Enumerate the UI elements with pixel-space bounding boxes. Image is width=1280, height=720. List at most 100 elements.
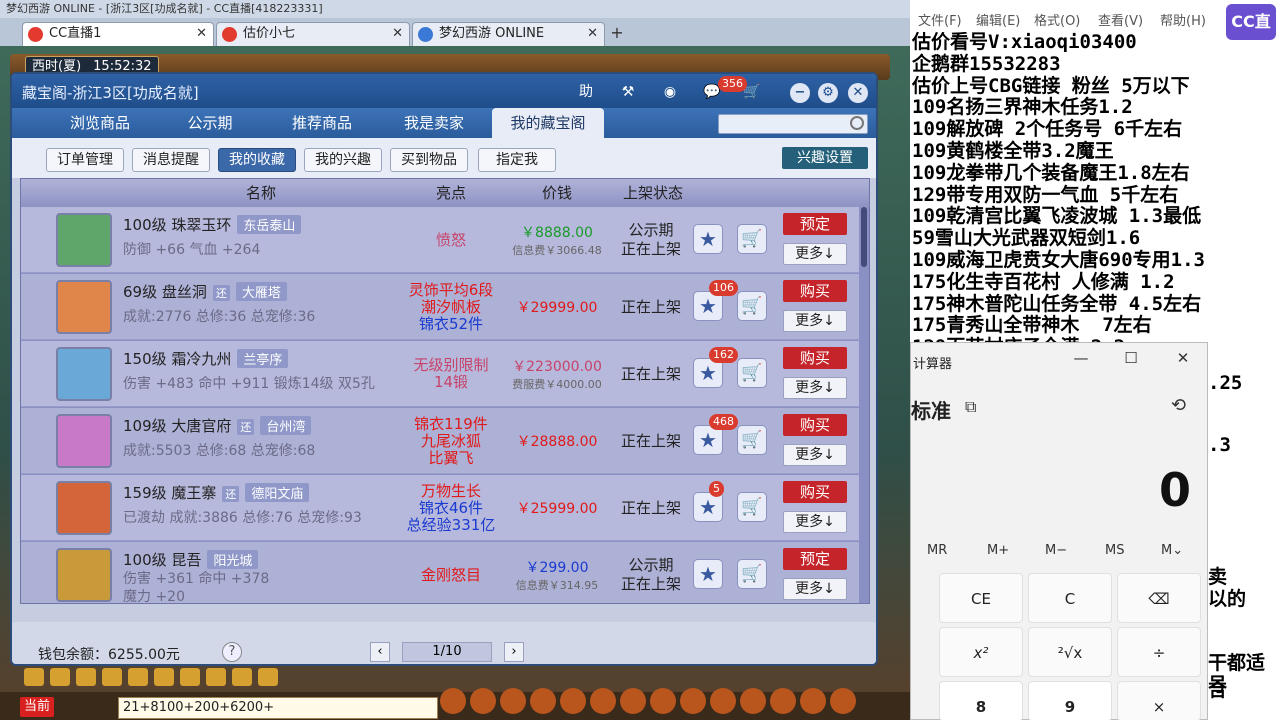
- mr-button[interactable]: MR: [927, 543, 947, 558]
- hammer-icon[interactable]: ⚒: [616, 81, 640, 103]
- minimize-icon[interactable]: —: [1071, 349, 1091, 367]
- game-icon[interactable]: [740, 688, 766, 714]
- game-icon[interactable]: [770, 688, 796, 714]
- item-thumbnail[interactable]: [56, 548, 112, 602]
- reserve-button[interactable]: 预定: [783, 213, 847, 235]
- bought-button[interactable]: 买到物品: [390, 148, 468, 172]
- item-thumbnail[interactable]: [56, 280, 112, 334]
- add-to-cart-icon[interactable]: 🛒: [737, 224, 767, 254]
- next-page-button[interactable]: ›: [504, 642, 524, 662]
- more-button[interactable]: 更多↓: [783, 310, 847, 332]
- more-button[interactable]: 更多↓: [783, 377, 847, 399]
- game-icon[interactable]: [500, 688, 526, 714]
- list-scrollbar[interactable]: [861, 207, 867, 267]
- buy-button[interactable]: 购买: [783, 280, 847, 302]
- game-icon[interactable]: [440, 688, 466, 714]
- prev-page-button[interactable]: ‹: [370, 642, 390, 662]
- item-thumbnail[interactable]: [56, 347, 112, 401]
- table-row[interactable]: 100级 昆吾 阳光城 伤害 +361 命中 +378 魔力 +20 金刚怒目 ￥299.…: [21, 542, 859, 603]
- settings-icon[interactable]: ⚙: [818, 83, 838, 103]
- buy-button[interactable]: 购买: [783, 481, 847, 503]
- add-to-cart-icon[interactable]: 🛒: [737, 492, 767, 522]
- search-input[interactable]: [718, 114, 868, 134]
- game-icon[interactable]: [560, 688, 586, 714]
- lock-icon[interactable]: [180, 668, 200, 686]
- help-icon[interactable]: ?: [222, 642, 242, 662]
- tab-estimate[interactable]: 估价小七 ✕: [216, 22, 410, 46]
- item-thumbnail[interactable]: [56, 481, 112, 535]
- add-to-cart-icon[interactable]: 🛒: [737, 425, 767, 455]
- arrow-down-icon[interactable]: [76, 668, 96, 686]
- more-button[interactable]: 更多↓: [783, 511, 847, 533]
- sqrt-button[interactable]: ²√x: [1028, 627, 1112, 677]
- close-icon[interactable]: ✕: [1173, 349, 1193, 367]
- mplus-button[interactable]: M+: [987, 543, 1009, 558]
- close-icon[interactable]: ✕: [196, 23, 207, 45]
- notepad-text[interactable]: 估价看号V:xiaoqi03400 企鹅群15532283 估价上号CBG链接 粉丝…: [912, 32, 1278, 359]
- ce-button[interactable]: CE: [939, 573, 1023, 623]
- menu-help[interactable]: 帮助(H): [1160, 10, 1206, 29]
- favorite-star-icon[interactable]: ★: [693, 559, 723, 589]
- multiply-button[interactable]: ×: [1117, 681, 1201, 720]
- close-icon[interactable]: ✕: [848, 83, 868, 103]
- key-8[interactable]: 8: [939, 681, 1023, 720]
- table-row[interactable]: 100级 珠翠玉环 东岳泰山 防御 +66 气血 +264 愤怒 ￥8888.00 信息费…: [21, 207, 859, 273]
- interest-settings-button[interactable]: 兴趣设置: [782, 147, 868, 169]
- reserve-button[interactable]: 预定: [783, 548, 847, 570]
- search-icon[interactable]: [128, 668, 148, 686]
- face-icon[interactable]: [206, 668, 226, 686]
- game-icon[interactable]: [470, 688, 496, 714]
- menu-edit[interactable]: 编辑(E): [976, 10, 1020, 29]
- copy-icon[interactable]: [154, 668, 174, 686]
- messages-button[interactable]: 消息提醒: [132, 148, 210, 172]
- assigned-button[interactable]: 指定我: [478, 148, 556, 172]
- menu-file[interactable]: 文件(F): [918, 10, 962, 29]
- game-icon[interactable]: [650, 688, 676, 714]
- table-row[interactable]: 159级 魔王寨还德阳文庙 已渡劫 成就:3886 总修:76 总宠修:93 万物生…: [21, 475, 859, 541]
- interests-button[interactable]: 我的兴趣: [304, 148, 382, 172]
- arrow-up-icon[interactable]: [50, 668, 70, 686]
- divide-button[interactable]: ÷: [1117, 627, 1201, 677]
- item-thumbnail[interactable]: [56, 213, 112, 267]
- chat-channel[interactable]: 当前: [20, 697, 55, 717]
- mlist-button[interactable]: M⌄: [1161, 543, 1183, 558]
- tab-cc-live[interactable]: CC直播1 ✕: [22, 22, 214, 46]
- tab-game[interactable]: 梦幻西游 ONLINE ✕: [412, 22, 605, 46]
- add-to-cart-icon[interactable]: 🛒: [737, 559, 767, 589]
- table-row[interactable]: 150级 霜冷九州 兰亭序 伤害 +483 命中 +911 锻炼14级 双5孔 无级别…: [21, 341, 859, 407]
- table-row[interactable]: 109级 大唐官府还台州湾 成就:5503 总修:68 总宠修:68 锦衣119件九…: [21, 408, 859, 474]
- add-to-cart-icon[interactable]: 🛒: [737, 358, 767, 388]
- game-icon[interactable]: [680, 688, 706, 714]
- game-icon[interactable]: [830, 688, 856, 714]
- more-button[interactable]: 更多↓: [783, 243, 847, 265]
- tab-seller[interactable]: 我是卖家: [386, 108, 482, 138]
- tab-recommend[interactable]: 推荐商品: [274, 108, 370, 138]
- tab-my-cbg[interactable]: 我的藏宝阁: [492, 108, 604, 138]
- ms-button[interactable]: MS: [1105, 543, 1124, 558]
- square-button[interactable]: x²: [939, 627, 1023, 677]
- game-icon[interactable]: [710, 688, 736, 714]
- search-icon[interactable]: [850, 116, 864, 130]
- backspace-button[interactable]: ⌫: [1117, 573, 1201, 623]
- menu-format[interactable]: 格式(O): [1034, 10, 1080, 29]
- keep-on-top-icon[interactable]: ⧉: [965, 397, 976, 417]
- table-row[interactable]: 69级 盘丝洞还大雁塔 成就:2776 总修:36 总宠修:36 灵饰平均6段 潮汐帆…: [21, 274, 859, 340]
- buy-button[interactable]: 购买: [783, 414, 847, 436]
- buy-button[interactable]: 购买: [783, 347, 847, 369]
- c-button[interactable]: C: [1028, 573, 1112, 623]
- close-icon[interactable]: ✕: [392, 23, 403, 45]
- chat-input[interactable]: 21+8100+200+6200+: [118, 697, 438, 719]
- item-thumbnail[interactable]: [56, 414, 112, 468]
- edit-icon[interactable]: [258, 668, 278, 686]
- more-button[interactable]: 更多↓: [783, 444, 847, 466]
- orders-button[interactable]: 订单管理: [46, 148, 124, 172]
- more-button[interactable]: 更多↓: [783, 578, 847, 600]
- history-icon[interactable]: ⟲: [1171, 395, 1186, 416]
- game-icon[interactable]: [530, 688, 556, 714]
- favorites-button[interactable]: 我的收藏: [218, 148, 296, 172]
- maximize-icon[interactable]: ☐: [1121, 349, 1141, 367]
- arrow-left-icon[interactable]: [24, 668, 44, 686]
- move-icon[interactable]: [102, 668, 122, 686]
- tab-public[interactable]: 公示期: [162, 108, 258, 138]
- key-9[interactable]: 9: [1028, 681, 1112, 720]
